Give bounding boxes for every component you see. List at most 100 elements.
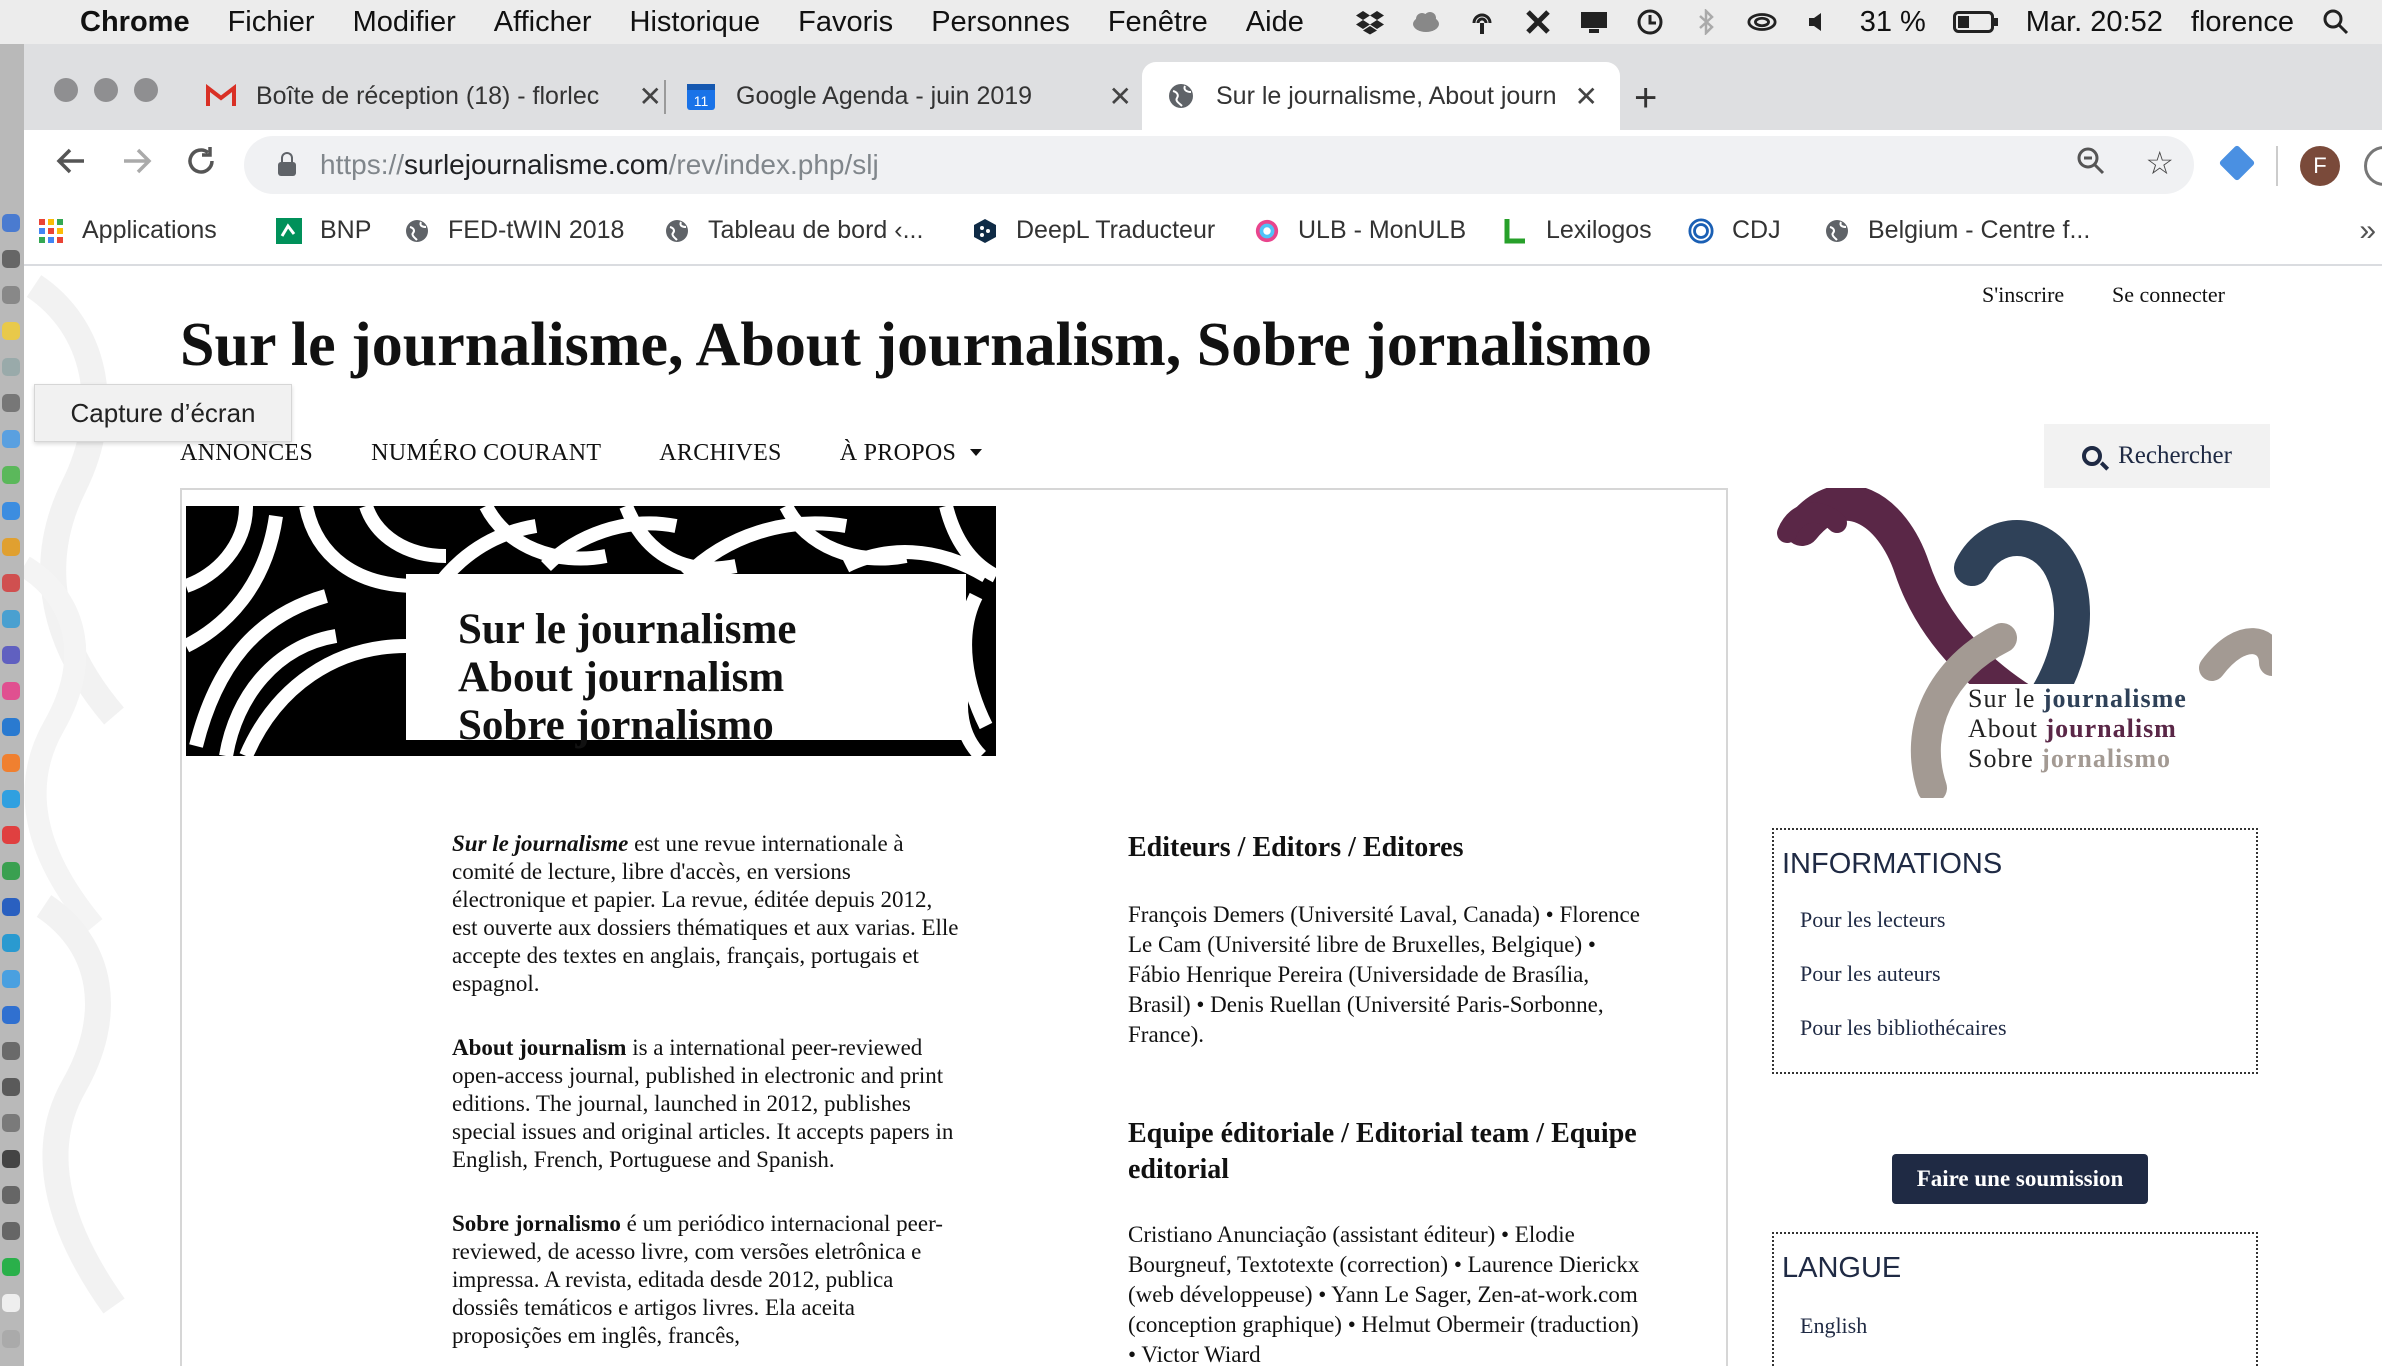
bookmark-tableau-de-bord[interactable]: Tableau de bord ‹... — [664, 216, 923, 245]
site-title[interactable]: Sur le journalisme, About journalism, So… — [180, 310, 1652, 381]
dock-app-icon[interactable] — [2, 1258, 20, 1276]
dock-app-icon[interactable] — [2, 682, 20, 700]
tab-sur-le-journalisme[interactable]: Sur le journalisme, About journ ✕ — [1142, 62, 1620, 130]
link-for-readers[interactable]: Pour les lecteurs — [1800, 907, 2256, 933]
dock-app-icon[interactable] — [2, 574, 20, 592]
address-bar[interactable]: https://surlejournalisme.com/rev/index.p… — [244, 136, 2194, 194]
search-button[interactable]: Rechercher — [2044, 424, 2270, 488]
dock-app-icon[interactable] — [2, 394, 20, 412]
login-link[interactable]: Se connecter — [2112, 282, 2225, 308]
dock-app-icon[interactable] — [2, 826, 20, 844]
menu-afficher[interactable]: Afficher — [494, 6, 592, 39]
dock-app-icon[interactable] — [2, 466, 20, 484]
bookmark-cdj[interactable]: CDJ — [1688, 216, 1781, 245]
dock-app-icon[interactable] — [2, 1186, 20, 1204]
dock-app-icon[interactable] — [2, 322, 20, 340]
bookmark-belgium-centre[interactable]: Belgium - Centre f... — [1824, 216, 2090, 245]
extension-circle-icon[interactable] — [2364, 146, 2382, 186]
nav-a-propos[interactable]: À PROPOS — [839, 440, 983, 467]
zoom-magnifier-icon[interactable] — [2076, 146, 2106, 183]
cloud-icon[interactable] — [1411, 9, 1441, 35]
dock-app-icon[interactable] — [2, 1006, 20, 1024]
dock-app-icon[interactable] — [2, 1330, 20, 1348]
dock-app-icon[interactable] — [2, 1222, 20, 1240]
make-submission-button[interactable]: Faire une soumission — [1892, 1154, 2148, 1204]
dock-app-icon[interactable] — [2, 862, 20, 880]
dock-app-icon[interactable] — [2, 970, 20, 988]
zoom-window-button[interactable] — [134, 78, 158, 102]
spotlight-search-icon[interactable] — [2321, 9, 2351, 35]
dock-app-icon[interactable] — [2, 754, 20, 772]
menu-aide[interactable]: Aide — [1246, 6, 1304, 39]
bookmark-bnp[interactable]: BNP — [276, 216, 371, 245]
bookmark-deepl[interactable]: DeepL Traducteur — [972, 216, 1215, 245]
battery-icon[interactable] — [1952, 9, 1999, 35]
tab-google-agenda[interactable]: 11 Google Agenda - juin 2019 ✕ — [686, 62, 1154, 130]
menu-fenetre[interactable]: Fenêtre — [1108, 6, 1208, 39]
dock-app-icon[interactable] — [2, 790, 20, 808]
menu-favoris[interactable]: Favoris — [798, 6, 893, 39]
bookmark-applications[interactable]: Applications — [38, 216, 217, 245]
dock-app-icon[interactable] — [2, 1294, 20, 1312]
back-arrow-icon[interactable] — [54, 144, 88, 187]
dock-app-icon[interactable] — [2, 1150, 20, 1168]
dropbox-icon[interactable] — [1355, 9, 1385, 35]
bookmark-star-icon[interactable]: ☆ — [2145, 144, 2174, 182]
bluetooth-icon[interactable] — [1691, 9, 1721, 35]
close-tab-icon[interactable]: ✕ — [639, 80, 662, 113]
address-url[interactable]: https://surlejournalisme.com/rev/index.p… — [320, 149, 879, 181]
menubar-clock[interactable]: Mar. 20:52 — [2026, 6, 2163, 39]
bookmark-ulb[interactable]: ULB - MonULB — [1254, 216, 1466, 245]
link-for-authors[interactable]: Pour les auteurs — [1800, 961, 2256, 987]
nav-a-propos-label: À PROPOS — [839, 440, 957, 466]
menu-fichier[interactable]: Fichier — [228, 6, 315, 39]
volume-icon[interactable] — [1803, 9, 1833, 35]
dock-app-icon[interactable] — [2, 1078, 20, 1096]
description-portuguese: Sobre jornalismo é um periódico internac… — [452, 1211, 943, 1348]
menu-historique[interactable]: Historique — [630, 6, 761, 39]
dock-app-icon[interactable] — [2, 286, 20, 304]
lock-icon[interactable] — [278, 152, 296, 176]
bookmarks-overflow-icon[interactable]: » — [2359, 214, 2376, 248]
menu-app-chrome[interactable]: Chrome — [80, 6, 190, 39]
dock-app-icon[interactable] — [2, 502, 20, 520]
minimize-window-button[interactable] — [94, 78, 118, 102]
dock-app-icon[interactable] — [2, 250, 20, 268]
dock-app-icon[interactable] — [2, 610, 20, 628]
display-icon[interactable] — [1579, 9, 1609, 35]
dock-app-icon[interactable] — [2, 718, 20, 736]
dock-app-icon[interactable] — [2, 646, 20, 664]
dock-app-icon[interactable] — [2, 214, 20, 232]
reload-icon[interactable] — [184, 144, 218, 187]
nav-numero-courant[interactable]: NUMÉRO COURANT — [371, 440, 601, 467]
extension-icon[interactable] — [2218, 144, 2256, 182]
airdrop-icon[interactable] — [1467, 9, 1497, 35]
time-machine-icon[interactable] — [1635, 9, 1665, 35]
menu-modifier[interactable]: Modifier — [353, 6, 456, 39]
dock-app-icon[interactable] — [2, 1042, 20, 1060]
wifi-icon[interactable] — [1747, 9, 1777, 35]
dock-app-icon[interactable] — [2, 934, 20, 952]
forward-arrow-icon[interactable] — [120, 144, 154, 187]
register-link[interactable]: S'inscrire — [1982, 282, 2064, 308]
dock-app-icon[interactable] — [2, 1114, 20, 1132]
link-for-librarians[interactable]: Pour les bibliothécaires — [1800, 1015, 2256, 1041]
bookmark-fed-twin[interactable]: FED-tWIN 2018 — [404, 216, 624, 245]
dock-app-icon[interactable] — [2, 430, 20, 448]
language-english-link[interactable]: English — [1800, 1313, 2256, 1339]
new-tab-plus-icon[interactable]: + — [1634, 76, 1657, 121]
menu-personnes[interactable]: Personnes — [931, 6, 1070, 39]
close-tab-icon[interactable]: ✕ — [1109, 80, 1132, 113]
dock-app-icon[interactable] — [2, 358, 20, 376]
dock-app-icon[interactable] — [2, 898, 20, 916]
tab-gmail[interactable]: Boîte de réception (18) - florlec ✕ — [206, 62, 684, 130]
tools-icon[interactable] — [1523, 9, 1553, 35]
close-tab-icon[interactable]: ✕ — [1575, 80, 1598, 113]
dock-app-icon[interactable] — [2, 538, 20, 556]
close-window-button[interactable] — [54, 78, 78, 102]
bookmark-lexilogos[interactable]: Lexilogos — [1502, 216, 1652, 245]
menubar-user[interactable]: florence — [2191, 6, 2294, 39]
nav-archives[interactable]: ARCHIVES — [659, 440, 781, 467]
nav-annonces[interactable]: ANNONCES — [180, 440, 313, 467]
profile-avatar[interactable]: F — [2300, 146, 2340, 186]
